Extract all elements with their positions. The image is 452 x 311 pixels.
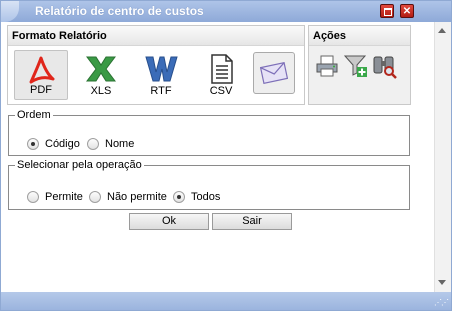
xls-label: XLS [90,85,112,97]
window-title: Relatório de centro de custos [35,4,204,18]
operation-group: Selecionar pela operação Permite Não per… [8,159,410,210]
radio-indicator [27,191,39,203]
actions-panel-body [309,46,410,104]
ok-button[interactable]: Ok [129,213,209,230]
format-panel: Formato Relatório PDF XLS RTF CSV [7,25,305,105]
report-dialog: Relatório de centro de custos ✕ Formato … [0,0,452,311]
order-legend: Ordem [17,109,51,121]
send-email-button[interactable] [253,52,295,94]
pdf-icon [29,56,55,84]
operation-nao-permite-label: Não permite [107,191,167,203]
operation-permite-radio[interactable]: Permite [27,191,83,203]
excel-icon [86,56,116,82]
radio-indicator [87,138,99,150]
word-icon [145,56,178,82]
format-panel-heading: Formato Relatório [8,26,304,46]
status-bar: ⋰⋰ [1,292,451,310]
pdf-label: PDF [30,84,52,96]
filter-add-icon[interactable] [343,53,369,79]
actions-panel: Ações [308,25,411,105]
radio-indicator [27,138,39,150]
printer-icon[interactable] [314,53,340,79]
format-panel-body: PDF XLS RTF CSV [8,46,304,104]
export-rtf-button[interactable]: RTF [134,50,188,100]
export-csv-button[interactable]: CSV [194,50,248,100]
csv-label: CSV [209,85,233,97]
operation-permite-label: Permite [45,191,83,203]
csv-document-icon [211,54,233,84]
order-nome-radio[interactable]: Nome [87,138,134,150]
order-codigo-label: Código [45,138,80,150]
title-bar-corner [1,1,19,22]
order-group: Ordem Código Nome [8,109,410,156]
close-button[interactable]: ✕ [400,4,414,18]
scroll-down-arrow-icon[interactable] [438,280,446,285]
radio-indicator [89,191,101,203]
order-nome-label: Nome [105,138,135,150]
title-bar[interactable]: Relatório de centro de custos ✕ [1,1,451,22]
radio-indicator [173,191,185,203]
actions-panel-heading: Ações [309,26,410,46]
vertical-scrollbar[interactable] [434,22,451,292]
resize-grip-icon[interactable]: ⋰⋰ [434,298,449,307]
rtf-label: RTF [150,85,172,97]
maximize-button[interactable] [380,4,394,18]
scroll-up-arrow-icon[interactable] [438,28,446,33]
operation-nao-permite-radio[interactable]: Não permite [89,191,167,203]
email-envelope-icon [260,62,288,84]
sair-button[interactable]: Sair [212,213,292,230]
operation-todos-label: Todos [191,191,221,203]
order-codigo-radio[interactable]: Código [27,138,80,150]
export-xls-button[interactable]: XLS [74,50,128,100]
export-pdf-button[interactable]: PDF [14,50,68,100]
binoculars-search-icon[interactable] [371,53,397,79]
operation-todos-radio[interactable]: Todos [173,191,220,203]
operation-legend: Selecionar pela operação [17,159,142,171]
